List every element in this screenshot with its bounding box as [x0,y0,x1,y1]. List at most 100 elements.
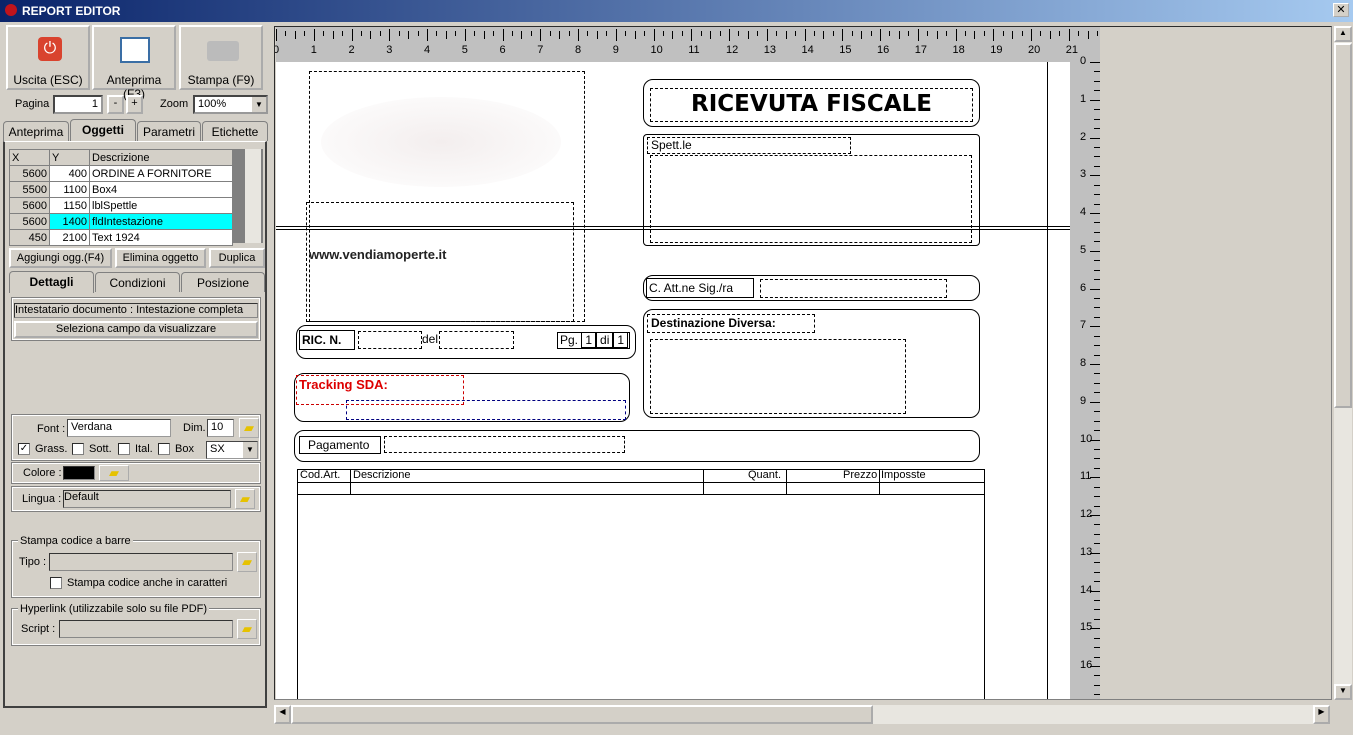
italic-checkbox[interactable] [118,443,130,455]
zoom-label: Zoom [160,98,189,110]
scroll-thumb[interactable] [1334,43,1352,408]
company-info-box[interactable] [306,202,574,322]
cell-desc: ORDINE A FORNITORE [89,165,233,182]
company-website[interactable]: www.vendiamoperte.it [309,247,447,262]
recipient-field[interactable] [650,155,972,243]
col-descrizione[interactable]: Descrizione [89,149,233,166]
color-swatch[interactable] [63,466,95,480]
page-count-field[interactable]: Pg. 1 di 1 [557,332,630,349]
ric-number-field[interactable] [358,331,422,349]
add-object-button[interactable]: Aggiungi ogg.(F4) [9,248,112,268]
barcode-group-label: Stampa codice a barre [18,535,133,547]
font-input[interactable]: Verdana [67,419,171,437]
type-label: Tipo : [19,556,47,568]
h-scroll-thumb[interactable] [291,705,873,724]
close-button[interactable]: ✕ [1333,3,1349,17]
font-folder-icon[interactable]: ▰ [239,418,259,438]
tab-dettagli[interactable]: Dettagli [9,271,94,293]
horizontal-scrollbar[interactable]: ◀ ▶ [274,705,1330,724]
ruler-v-label: 15 [1080,621,1093,634]
bold-label: Grass. [35,443,68,455]
ric-date-field[interactable] [439,331,514,349]
tab-posizione[interactable]: Posizione [181,272,265,292]
hyperlink-group-label: Hyperlink (utilizzabile solo su file PDF… [18,603,210,615]
ruler-v-label: 9 [1080,394,1087,407]
zoom-select[interactable]: 100% ▼ [193,95,268,114]
page-next-button[interactable]: + [126,95,143,114]
col-y[interactable]: Y [49,149,90,166]
ric-label[interactable]: RIC. N. [299,330,355,350]
page-prev-button[interactable]: - [107,95,124,114]
ruler-v-label: 10 [1080,432,1093,445]
lang-folder-icon[interactable]: ▰ [235,489,255,509]
dest-label[interactable]: Destinazione Diversa: [647,314,815,333]
select-field-button[interactable]: Seleziona campo da visualizzare [14,321,258,338]
ruler-v-label: 8 [1080,357,1087,369]
script-folder-icon[interactable]: ▰ [237,619,257,639]
spettle-label[interactable]: Spett.le [647,137,851,154]
table-row[interactable]: 5600 400 ORDINE A FORNITORE [9,165,233,182]
vertical-ruler: 0 1 2 3 4 5 6 7 8 9 10 11 12 13 14 15 16 [1070,55,1100,699]
scroll-up-icon[interactable]: ▲ [1334,26,1352,42]
cell-x: 450 [9,229,50,246]
print-button[interactable]: Stampa (F9) [179,25,263,90]
color-folder-icon[interactable]: ▰ [99,465,129,481]
chevron-down-icon: ▼ [252,97,266,112]
exit-button[interactable]: ⏻ Uscita (ESC) [6,25,90,90]
table-row[interactable]: 5500 1100 Box4 [9,181,233,198]
underline-checkbox[interactable] [72,443,84,455]
del-label[interactable]: del [422,332,438,346]
ruler-h-label: 15 [839,44,852,56]
cell-desc: fldIntestazione [89,213,233,230]
page-input[interactable]: 1 [53,95,103,114]
cell-desc: Box4 [89,181,233,198]
vertical-scrollbar[interactable]: ▲ ▼ [1334,26,1352,700]
scroll-right-icon[interactable]: ▶ [1313,705,1330,724]
align-select[interactable]: SX ▼ [206,441,258,459]
cell-y: 1100 [49,181,90,198]
box-checkbox[interactable] [158,443,170,455]
barcode-type-input[interactable] [49,553,233,571]
items-table[interactable]: Cod.Art. Descrizione Quant. Prezzo Impos… [297,469,985,699]
tab-oggetti[interactable]: Oggetti [70,119,136,142]
tab-parametri[interactable]: Parametri [137,121,201,141]
table-row[interactable]: 450 2100 Text 1924 [9,229,233,246]
att-field[interactable] [760,279,947,298]
ruler-h-label: 7 [537,44,544,56]
zoom-value: 100% [198,98,227,110]
tab-condizioni[interactable]: Condizioni [95,272,180,292]
ruler-h-label: 17 [914,44,927,56]
bold-checkbox[interactable]: ✓ [18,443,30,455]
script-input[interactable] [59,620,233,638]
ruler-h-label: 4 [424,44,431,56]
tracking-field[interactable] [346,400,626,420]
scroll-down-icon[interactable]: ▼ [1334,684,1352,700]
tab-etichette[interactable]: Etichette [202,121,268,141]
dest-field[interactable] [650,339,906,414]
scroll-left-icon[interactable]: ◀ [274,705,291,724]
duplicate-button[interactable]: Duplica [209,248,265,268]
report-title[interactable]: RICEVUTA FISCALE [650,88,973,122]
preview-button[interactable]: Anteprima (F3) [92,25,176,101]
barcode-folder-icon[interactable]: ▰ [237,552,257,572]
grid-scrollbar[interactable] [245,149,261,243]
barcode-chars-checkbox[interactable] [50,577,62,589]
table-row[interactable]: 5600 1150 lblSpettle [9,197,233,214]
cell-x: 5600 [9,165,50,182]
cell-y: 2100 [49,229,90,246]
delete-object-button[interactable]: Elimina oggetto [115,248,206,268]
table-row-selected[interactable]: 5600 1400 fldIntestazione [9,213,233,230]
dim-input[interactable]: 10 [207,419,234,437]
report-canvas[interactable]: 0123456789101112131415161718192021 01234… [274,26,1332,700]
font-label: Font : [37,423,66,435]
payment-label[interactable]: Pagamento [299,436,381,454]
lang-input[interactable]: Default [63,490,231,508]
ruler-v-label: 12 [1080,508,1093,520]
window-title: REPORT EDITOR [22,4,121,18]
tab-anteprima[interactable]: Anteprima [3,121,69,141]
att-label[interactable]: C. Att.ne Sig./ra [646,278,754,298]
col-x[interactable]: X [9,149,50,166]
ruler-v-label: 2 [1080,130,1087,143]
ruler-h-label: 14 [801,44,814,56]
payment-field[interactable] [384,436,625,453]
